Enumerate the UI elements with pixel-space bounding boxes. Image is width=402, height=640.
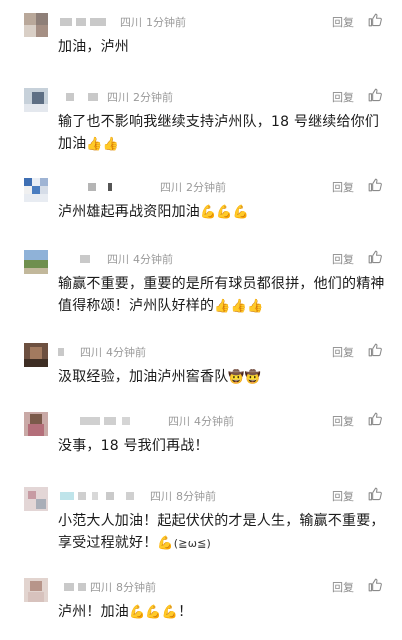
thumb-up-icon[interactable] <box>368 178 382 192</box>
username-blurred[interactable] <box>58 15 118 29</box>
comment-meta: 四川 4分钟前 <box>80 346 146 360</box>
flexed-biceps-emoji: 💪 <box>157 536 174 551</box>
location-label: 四川 <box>80 346 102 359</box>
comment-text: 输赢不重要，重要的是所有球员都很拼，他们的精神值得称颂！泸州队好样的👍👍👍 <box>58 273 388 318</box>
time-label: 2分钟前 <box>186 181 226 194</box>
comment-list: 四川 1分钟前 回复 加油，泸州 四川 2分钟前 回复 输了也不影响我继续支持泸州队… <box>0 0 402 640</box>
comment-suffix: ！ <box>178 604 193 620</box>
reply-button[interactable]: 回复 <box>332 16 354 30</box>
cowboy-face-emoji: 🤠🤠 <box>228 370 262 385</box>
avatar[interactable] <box>24 412 48 436</box>
location-label: 四川 <box>90 581 112 594</box>
comment-meta: 四川 4分钟前 <box>107 253 173 267</box>
time-label: 2分钟前 <box>133 91 173 104</box>
thumb-up-icon[interactable] <box>368 343 382 357</box>
time-label: 8分钟前 <box>176 490 216 503</box>
comment-text: 加油，泸州 <box>58 36 388 58</box>
reply-button[interactable]: 回复 <box>332 253 354 267</box>
time-label: 4分钟前 <box>133 253 173 266</box>
thumb-up-icon[interactable] <box>368 578 382 592</box>
reply-button[interactable]: 回复 <box>332 346 354 360</box>
comment-meta: 四川 8分钟前 <box>150 490 216 504</box>
time-label: 1分钟前 <box>146 16 186 29</box>
thumbs-up-emoji: 👍👍 <box>86 137 120 152</box>
location-label: 四川 <box>107 253 129 266</box>
username-blurred[interactable] <box>58 414 130 428</box>
avatar[interactable] <box>24 88 48 112</box>
avatar[interactable] <box>24 250 48 274</box>
reply-button[interactable]: 回复 <box>332 415 354 429</box>
time-label: 4分钟前 <box>194 415 234 428</box>
avatar[interactable] <box>24 178 48 202</box>
comment-meta: 四川 8分钟前 <box>90 581 156 595</box>
thumb-up-icon[interactable] <box>368 13 382 27</box>
comment-text: 泸州雄起再战资阳加油💪💪💪 <box>58 201 388 224</box>
avatar[interactable] <box>24 578 48 602</box>
location-label: 四川 <box>120 16 142 29</box>
thumb-up-icon[interactable] <box>368 88 382 102</box>
avatar[interactable] <box>24 13 48 37</box>
username-blurred[interactable] <box>58 489 134 503</box>
comment-text: 没事，18 号我们再战！ <box>58 435 388 457</box>
reply-button[interactable]: 回复 <box>332 490 354 504</box>
thumb-up-icon[interactable] <box>368 412 382 426</box>
kaomoji: (≧ω≦) <box>173 537 212 550</box>
location-label: 四川 <box>107 91 129 104</box>
avatar[interactable] <box>24 487 48 511</box>
location-label: 四川 <box>160 181 182 194</box>
thumb-up-icon[interactable] <box>368 487 382 501</box>
location-label: 四川 <box>150 490 172 503</box>
flexed-biceps-emoji: 💪💪💪 <box>129 605 179 620</box>
comment-text: 输了也不影响我继续支持泸州队，18 号继续给你们加油👍👍 <box>58 111 388 156</box>
thumb-up-icon[interactable] <box>368 250 382 264</box>
comment-meta: 四川 2分钟前 <box>107 91 173 105</box>
comment-body: 加油，泸州 <box>58 39 129 55</box>
time-label: 8分钟前 <box>116 581 156 594</box>
location-label: 四川 <box>168 415 190 428</box>
comment-text: 小范大人加油！起起伏伏的才是人生，输赢不重要，享受过程就好！💪(≧ω≦) <box>58 510 388 555</box>
comment-meta: 四川 4分钟前 <box>168 415 234 429</box>
comment-text: 汲取经验，加油泸州窖香队🤠🤠 <box>58 366 388 389</box>
reply-button[interactable]: 回复 <box>332 581 354 595</box>
flexed-biceps-emoji: 💪💪💪 <box>200 205 250 220</box>
thumbs-up-emoji: 👍👍👍 <box>214 299 264 314</box>
time-label: 4分钟前 <box>106 346 146 359</box>
reply-button[interactable]: 回复 <box>332 91 354 105</box>
comment-meta: 四川 2分钟前 <box>160 181 226 195</box>
comment-body: 没事，18 号我们再战！ <box>58 438 209 454</box>
comment-body: 小范大人加油！起起伏伏的才是人生，输赢不重要，享受过程就好！ <box>58 513 385 551</box>
comment-body: 泸州雄起再战资阳加油 <box>58 204 200 220</box>
comment-body: 泸州！加油 <box>58 604 129 620</box>
avatar[interactable] <box>24 343 48 367</box>
comment-body: 汲取经验，加油泸州窖香队 <box>58 369 229 385</box>
username-blurred[interactable] <box>58 180 118 194</box>
comment-meta: 四川 1分钟前 <box>120 16 186 30</box>
comment-text: 泸州！加油💪💪💪！ <box>58 601 388 624</box>
reply-button[interactable]: 回复 <box>332 181 354 195</box>
